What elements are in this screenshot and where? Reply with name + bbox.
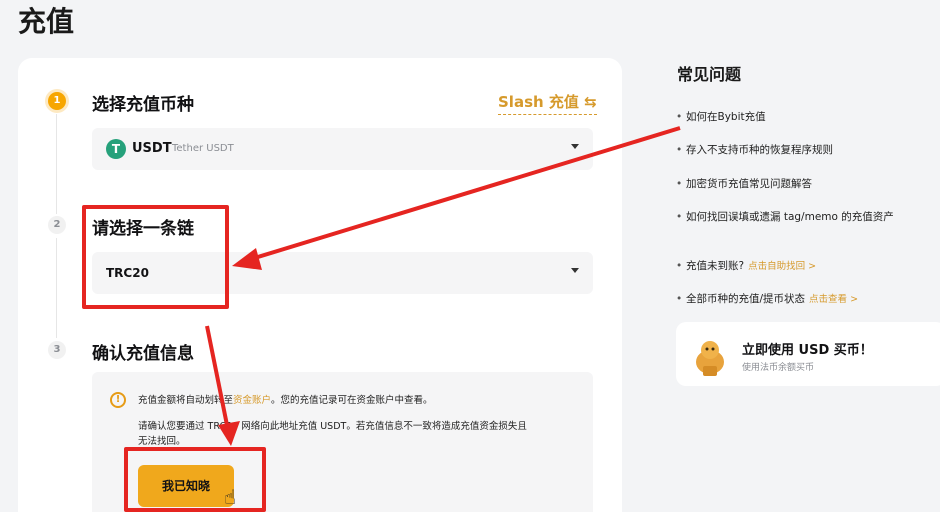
buy-crypto-card[interactable]: 立即使用 USD 买币！ 使用法币余额买币 — [676, 322, 940, 386]
step-3-indicator: 3 — [48, 341, 66, 359]
faq-item[interactable]: • 如何在Bybit充值 — [676, 109, 766, 124]
warning-icon: ! — [110, 392, 126, 408]
faq-item[interactable]: • 加密货币充值常见问题解答 — [676, 176, 812, 191]
coin-symbol: USDT — [132, 141, 172, 156]
tether-icon: T — [106, 139, 126, 159]
slash-deposit-link[interactable]: Slash 充值 ⇆ — [498, 91, 597, 115]
step-3-title: 确认充值信息 — [92, 344, 194, 364]
highlight-box-chain — [82, 205, 229, 309]
step-connector — [56, 114, 57, 214]
faq-item[interactable]: • 如何找回误填或遗漏 tag/memo 的充值资产 — [676, 209, 894, 224]
faq-title: 常见问题 — [677, 65, 742, 84]
mascot-icon — [696, 341, 724, 376]
coin-status: • 全部币种的充值/提币状态 点击查看 > — [676, 293, 859, 305]
page-title: 充值 — [18, 5, 75, 38]
info-line-1: 充值金额将自动划转至资金账户。您的充值记录可在资金账户中查看。 — [138, 395, 433, 406]
coin-full-name: Tether USDT — [172, 143, 234, 154]
deposit-not-arrived: • 充值未到账? 点击自助找回 > — [676, 260, 817, 272]
buy-card-title: 立即使用 USD 买币！ — [742, 343, 873, 358]
step-1-title: 选择充值币种 — [92, 95, 194, 115]
chevron-down-icon — [571, 144, 579, 149]
chevron-down-icon — [571, 268, 579, 273]
buy-card-subtitle: 使用法币余额买币 — [742, 363, 815, 373]
self-recovery-link[interactable]: 点击自助找回 > — [748, 261, 816, 272]
step-1-indicator: 1 — [48, 92, 66, 110]
info-line-2: 请确认您要通过 TRC20 网络向此地址充值 USDT。若充值信息不一致将造成充… — [138, 421, 527, 432]
faq-item[interactable]: • 存入不支持币种的恢复程序规则 — [676, 142, 833, 157]
coin-select[interactable]: T USDT Tether USDT — [92, 128, 593, 170]
step-2-indicator: 2 — [48, 216, 66, 234]
highlight-box-acknowledge — [124, 447, 266, 512]
funding-account-link[interactable]: 资金账户 — [233, 395, 271, 406]
step-connector — [56, 238, 57, 338]
view-status-link[interactable]: 点击查看 > — [809, 294, 858, 305]
info-line-3: 无法找回。 — [138, 436, 186, 447]
